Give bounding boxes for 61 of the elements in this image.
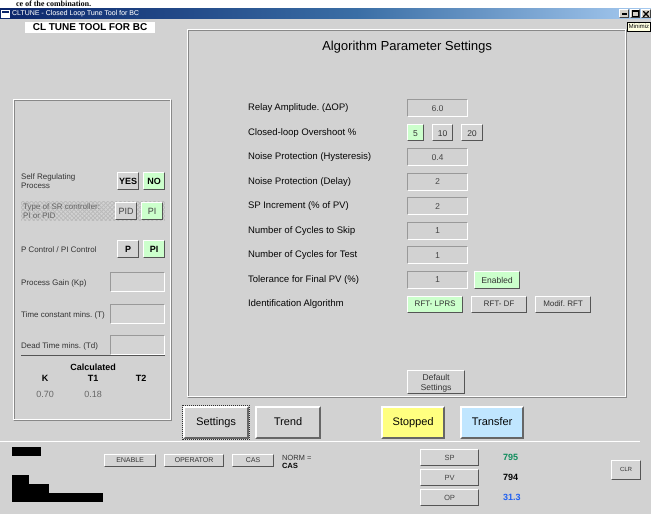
caption-text: ce of the combination. <box>16 0 92 8</box>
input-field[interactable] <box>110 304 165 324</box>
tab[interactable]: Trend <box>255 406 321 439</box>
parameter-label: Identification Algorithm <box>248 297 345 312</box>
value-field[interactable]: 2 <box>407 172 468 191</box>
window-icon <box>2 10 9 16</box>
option-button[interactable]: 5 <box>407 124 424 142</box>
column-header: K <box>40 372 50 384</box>
parameter-label: SP Increment (% of PV) <box>248 199 350 214</box>
option-button[interactable]: RFT- LPRS <box>407 296 463 313</box>
maximize-icon <box>632 10 638 17</box>
redaction-bar <box>12 447 41 456</box>
parameter-label: Number of Cycles for Test <box>248 248 358 262</box>
parameter-label: Relay Amplitude. (ΔOP) <box>248 101 350 116</box>
parameter-label: Closed-loop Overshoot % <box>248 126 358 140</box>
panel-title: Algorithm Parameter Settings <box>321 38 493 53</box>
value-field[interactable]: 1 <box>407 270 468 289</box>
minimize-button[interactable] <box>619 9 629 18</box>
field-label: Self Regulating Process <box>21 172 76 190</box>
value-field[interactable]: 1 <box>407 246 468 264</box>
option-button[interactable]: RFT- DF <box>471 296 527 313</box>
parameter-label: Tolerance for Final PV (%) <box>248 272 360 287</box>
default-settings-button[interactable]: Default Settings <box>407 370 465 394</box>
option-button[interactable]: YES <box>117 172 139 190</box>
calculated-heading: Calculated <box>69 362 117 372</box>
option-button[interactable]: NO <box>143 172 165 190</box>
process-value: 31.3 <box>503 490 521 504</box>
option-button[interactable]: Modif. RFT <box>535 296 591 313</box>
field-label: Type of SR controller: PI or PID <box>23 202 101 220</box>
minimize-icon <box>622 12 626 14</box>
value-field[interactable]: 0.4 <box>407 148 468 166</box>
close-button[interactable] <box>641 9 651 18</box>
field-label: Dead Time mins. (Td) <box>21 340 99 350</box>
input-field[interactable] <box>110 272 165 292</box>
value-field[interactable]: 6.0 <box>407 99 468 118</box>
status-button[interactable]: Stopped <box>381 406 445 439</box>
field-label: P Control / PI Control <box>21 244 98 254</box>
parameter-label: Noise Protection (Delay) <box>248 174 352 189</box>
column-header: T2 <box>134 372 148 384</box>
value-field[interactable]: 1 <box>407 222 468 240</box>
calculated-value: 0.18 <box>83 388 103 400</box>
close-icon <box>643 10 649 16</box>
maximize-button[interactable] <box>630 9 640 18</box>
option-button[interactable]: 20 <box>461 124 483 142</box>
tab[interactable]: Settings <box>183 406 249 439</box>
column-header: T1 <box>86 372 100 384</box>
parameter-label: Number of Cycles to Skip <box>248 224 356 238</box>
option-button[interactable]: 10 <box>432 124 454 142</box>
field-label: Process Gain (Kp) <box>21 278 88 286</box>
parameter-label: Noise Protection (Hysteresis) <box>248 150 372 164</box>
process-value: 794 <box>503 470 518 484</box>
field-label: Time constant mins. (T) <box>21 310 106 318</box>
option-button[interactable]: PI <box>143 240 165 258</box>
calculated-value: 0.70 <box>35 388 55 400</box>
input-field[interactable] <box>110 335 165 355</box>
toggle-button[interactable]: Enabled <box>474 270 520 289</box>
app-title: CL TUNE TOOL FOR BC <box>25 22 155 33</box>
option-button[interactable]: P <box>117 240 139 258</box>
value-field[interactable]: 2 <box>407 197 468 216</box>
process-value: 795 <box>503 450 518 464</box>
status-button[interactable]: Transfer <box>460 406 524 439</box>
